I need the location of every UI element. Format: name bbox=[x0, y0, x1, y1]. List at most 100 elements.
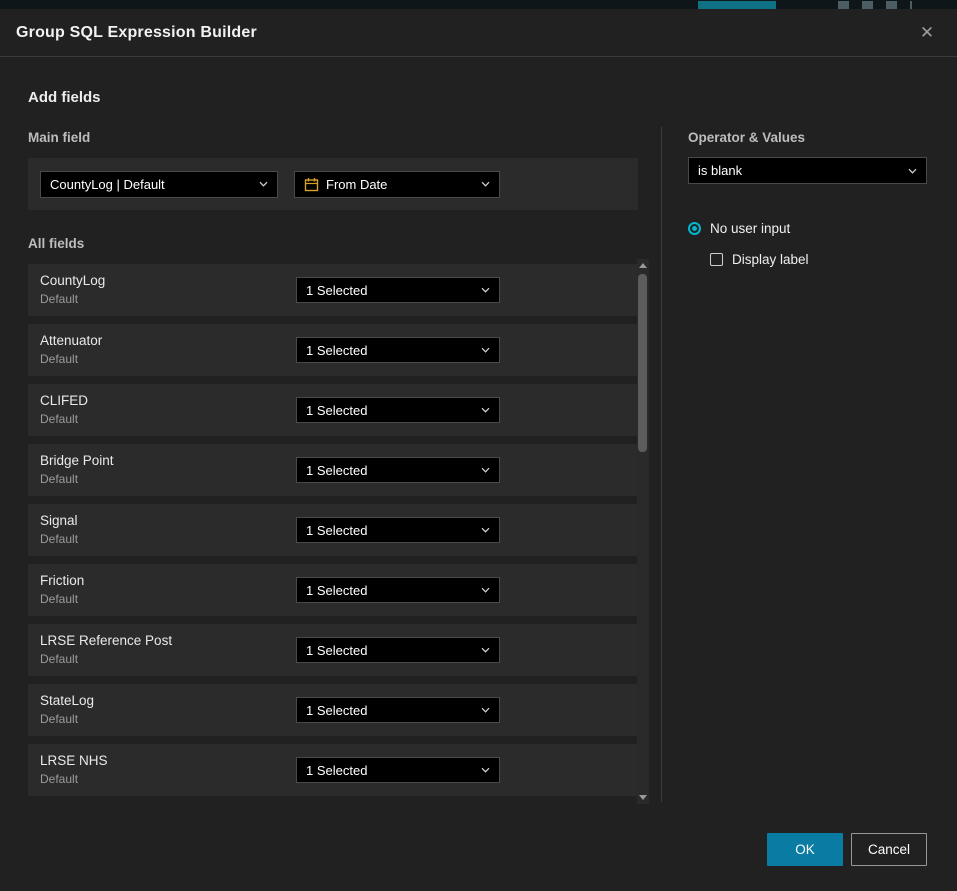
field-selection-dropdown[interactable]: 1 Selected bbox=[296, 277, 500, 303]
field-meta: StateLog Default bbox=[40, 693, 94, 726]
main-field-panel: CountyLog | Default From Date bbox=[28, 158, 638, 210]
operator-values-heading: Operator & Values bbox=[688, 130, 805, 145]
field-name: Attenuator bbox=[40, 333, 102, 348]
chevron-down-icon bbox=[481, 767, 490, 773]
main-field-source-dropdown[interactable]: CountyLog | Default bbox=[40, 171, 278, 198]
field-name: Signal bbox=[40, 513, 78, 528]
field-row: Friction Default 1 Selected bbox=[28, 564, 638, 616]
dialog-title: Group SQL Expression Builder bbox=[16, 24, 257, 42]
field-row: LRSE NHS Default 1 Selected bbox=[28, 744, 638, 796]
field-selection-value: 1 Selected bbox=[306, 643, 367, 658]
field-meta: Bridge Point Default bbox=[40, 453, 114, 486]
field-row: StateLog Default 1 Selected bbox=[28, 684, 638, 736]
scroll-up-icon[interactable] bbox=[639, 263, 647, 268]
field-meta: CLIFED Default bbox=[40, 393, 88, 426]
dialog-footer: OK Cancel bbox=[767, 833, 927, 866]
field-selection-dropdown[interactable]: 1 Selected bbox=[296, 517, 500, 543]
main-field-label: Main field bbox=[28, 130, 90, 145]
field-selection-value: 1 Selected bbox=[306, 523, 367, 538]
vertical-divider bbox=[661, 127, 662, 802]
chevron-down-icon bbox=[481, 707, 490, 713]
field-selection-dropdown[interactable]: 1 Selected bbox=[296, 757, 500, 783]
field-selection-value: 1 Selected bbox=[306, 463, 367, 478]
cancel-button[interactable]: Cancel bbox=[851, 833, 927, 866]
field-meta: Signal Default bbox=[40, 513, 78, 546]
ok-button[interactable]: OK bbox=[767, 833, 843, 866]
field-row: CountyLog Default 1 Selected bbox=[28, 264, 638, 316]
chevron-down-icon bbox=[481, 181, 490, 187]
checkbox-unchecked-icon bbox=[710, 253, 723, 266]
no-user-input-radio[interactable]: No user input bbox=[688, 221, 790, 236]
chevron-down-icon bbox=[481, 467, 490, 473]
field-name: CLIFED bbox=[40, 393, 88, 408]
field-name: StateLog bbox=[40, 693, 94, 708]
field-name: Friction bbox=[40, 573, 84, 588]
chevron-down-icon bbox=[481, 527, 490, 533]
field-selection-value: 1 Selected bbox=[306, 703, 367, 718]
no-user-input-label: No user input bbox=[710, 221, 790, 236]
close-icon: ✕ bbox=[920, 23, 934, 43]
add-fields-heading: Add fields bbox=[28, 89, 101, 106]
field-row: Signal Default 1 Selected bbox=[28, 504, 638, 556]
field-selection-dropdown[interactable]: 1 Selected bbox=[296, 337, 500, 363]
field-meta: LRSE NHS Default bbox=[40, 753, 108, 786]
field-subtitle: Default bbox=[40, 592, 84, 606]
group-sql-expression-builder-dialog: Group SQL Expression Builder ✕ Add field… bbox=[0, 9, 957, 891]
field-row: Attenuator Default 1 Selected bbox=[28, 324, 638, 376]
fields-list-scrollbar[interactable] bbox=[637, 259, 649, 804]
field-subtitle: Default bbox=[40, 772, 108, 786]
field-row: LRSE Reference Post Default 1 Selected bbox=[28, 624, 638, 676]
calendar-icon bbox=[304, 177, 319, 192]
occluded-toolbar-icons-fragment bbox=[838, 1, 912, 9]
display-label-checkbox[interactable]: Display label bbox=[710, 252, 809, 267]
chevron-down-icon bbox=[908, 168, 917, 174]
occluded-app-bar bbox=[0, 0, 957, 9]
field-selection-value: 1 Selected bbox=[306, 283, 367, 298]
field-meta: Attenuator Default bbox=[40, 333, 102, 366]
field-meta: LRSE Reference Post Default bbox=[40, 633, 172, 666]
field-name: LRSE Reference Post bbox=[40, 633, 172, 648]
operator-dropdown[interactable]: is blank bbox=[688, 157, 927, 184]
field-selection-dropdown[interactable]: 1 Selected bbox=[296, 577, 500, 603]
field-selection-dropdown[interactable]: 1 Selected bbox=[296, 457, 500, 483]
chevron-down-icon bbox=[481, 647, 490, 653]
field-selection-value: 1 Selected bbox=[306, 763, 367, 778]
chevron-down-icon bbox=[481, 407, 490, 413]
main-field-date-dropdown[interactable]: From Date bbox=[294, 171, 500, 198]
field-row: CLIFED Default 1 Selected bbox=[28, 384, 638, 436]
field-selection-dropdown[interactable]: 1 Selected bbox=[296, 637, 500, 663]
field-meta: CountyLog Default bbox=[40, 273, 105, 306]
all-fields-label: All fields bbox=[28, 236, 84, 251]
scroll-down-icon[interactable] bbox=[639, 795, 647, 800]
field-subtitle: Default bbox=[40, 712, 94, 726]
chevron-down-icon bbox=[259, 181, 268, 187]
close-button[interactable]: ✕ bbox=[913, 19, 941, 47]
field-subtitle: Default bbox=[40, 292, 105, 306]
main-field-source-value: CountyLog | Default bbox=[50, 177, 165, 192]
field-subtitle: Default bbox=[40, 532, 78, 546]
chevron-down-icon bbox=[481, 287, 490, 293]
all-fields-list: CountyLog Default 1 Selected Attenuator … bbox=[28, 264, 638, 796]
field-subtitle: Default bbox=[40, 652, 172, 666]
radio-selected-icon bbox=[688, 222, 701, 235]
field-name: CountyLog bbox=[40, 273, 105, 288]
field-subtitle: Default bbox=[40, 472, 114, 486]
field-meta: Friction Default bbox=[40, 573, 84, 606]
field-subtitle: Default bbox=[40, 412, 88, 426]
field-row: Bridge Point Default 1 Selected bbox=[28, 444, 638, 496]
field-subtitle: Default bbox=[40, 352, 102, 366]
field-selection-value: 1 Selected bbox=[306, 403, 367, 418]
field-name: Bridge Point bbox=[40, 453, 114, 468]
chevron-down-icon bbox=[481, 587, 490, 593]
dialog-header: Group SQL Expression Builder ✕ bbox=[0, 9, 957, 57]
scrollbar-thumb[interactable] bbox=[638, 274, 647, 452]
display-label-text: Display label bbox=[732, 252, 809, 267]
occluded-teal-text-fragment bbox=[698, 1, 776, 9]
field-name: LRSE NHS bbox=[40, 753, 108, 768]
field-selection-dropdown[interactable]: 1 Selected bbox=[296, 397, 500, 423]
chevron-down-icon bbox=[481, 347, 490, 353]
field-selection-value: 1 Selected bbox=[306, 583, 367, 598]
field-selection-value: 1 Selected bbox=[306, 343, 367, 358]
operator-value: is blank bbox=[698, 163, 742, 178]
field-selection-dropdown[interactable]: 1 Selected bbox=[296, 697, 500, 723]
